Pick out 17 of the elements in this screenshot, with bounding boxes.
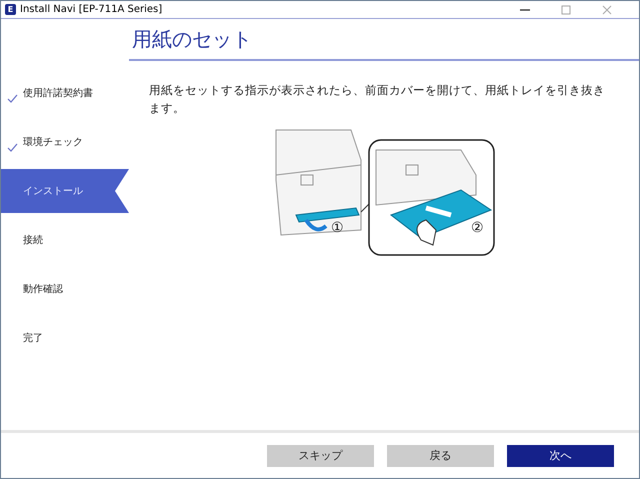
next-button[interactable]: 次へ [507, 444, 614, 466]
page-heading: 用紙のセット [129, 26, 639, 61]
step-item: インストール [1, 169, 129, 213]
maximize-icon[interactable] [561, 4, 571, 14]
window-title: Install Navi [EP-711A Series] [20, 4, 164, 15]
instruction-text: 用紙をセットする指示が表示されたら、前面カバーを開けて、用紙トレイを引き抜きます。 [149, 82, 606, 117]
step-item: 環境チェック [1, 120, 129, 164]
close-icon[interactable] [602, 4, 612, 14]
step-item: 使用許諾契約書 [1, 71, 129, 115]
notch-icon [115, 169, 129, 213]
step-item: 接続 [22, 234, 44, 248]
step-item: 完了 [22, 332, 44, 346]
app-icon: E [5, 4, 16, 15]
nav-button[interactable]: 戻る [387, 444, 494, 466]
step-item: 動作確認 [22, 282, 64, 297]
printer-tray-drawing: ① ② [261, 120, 501, 260]
nav-button[interactable]: スキップ [267, 444, 374, 466]
